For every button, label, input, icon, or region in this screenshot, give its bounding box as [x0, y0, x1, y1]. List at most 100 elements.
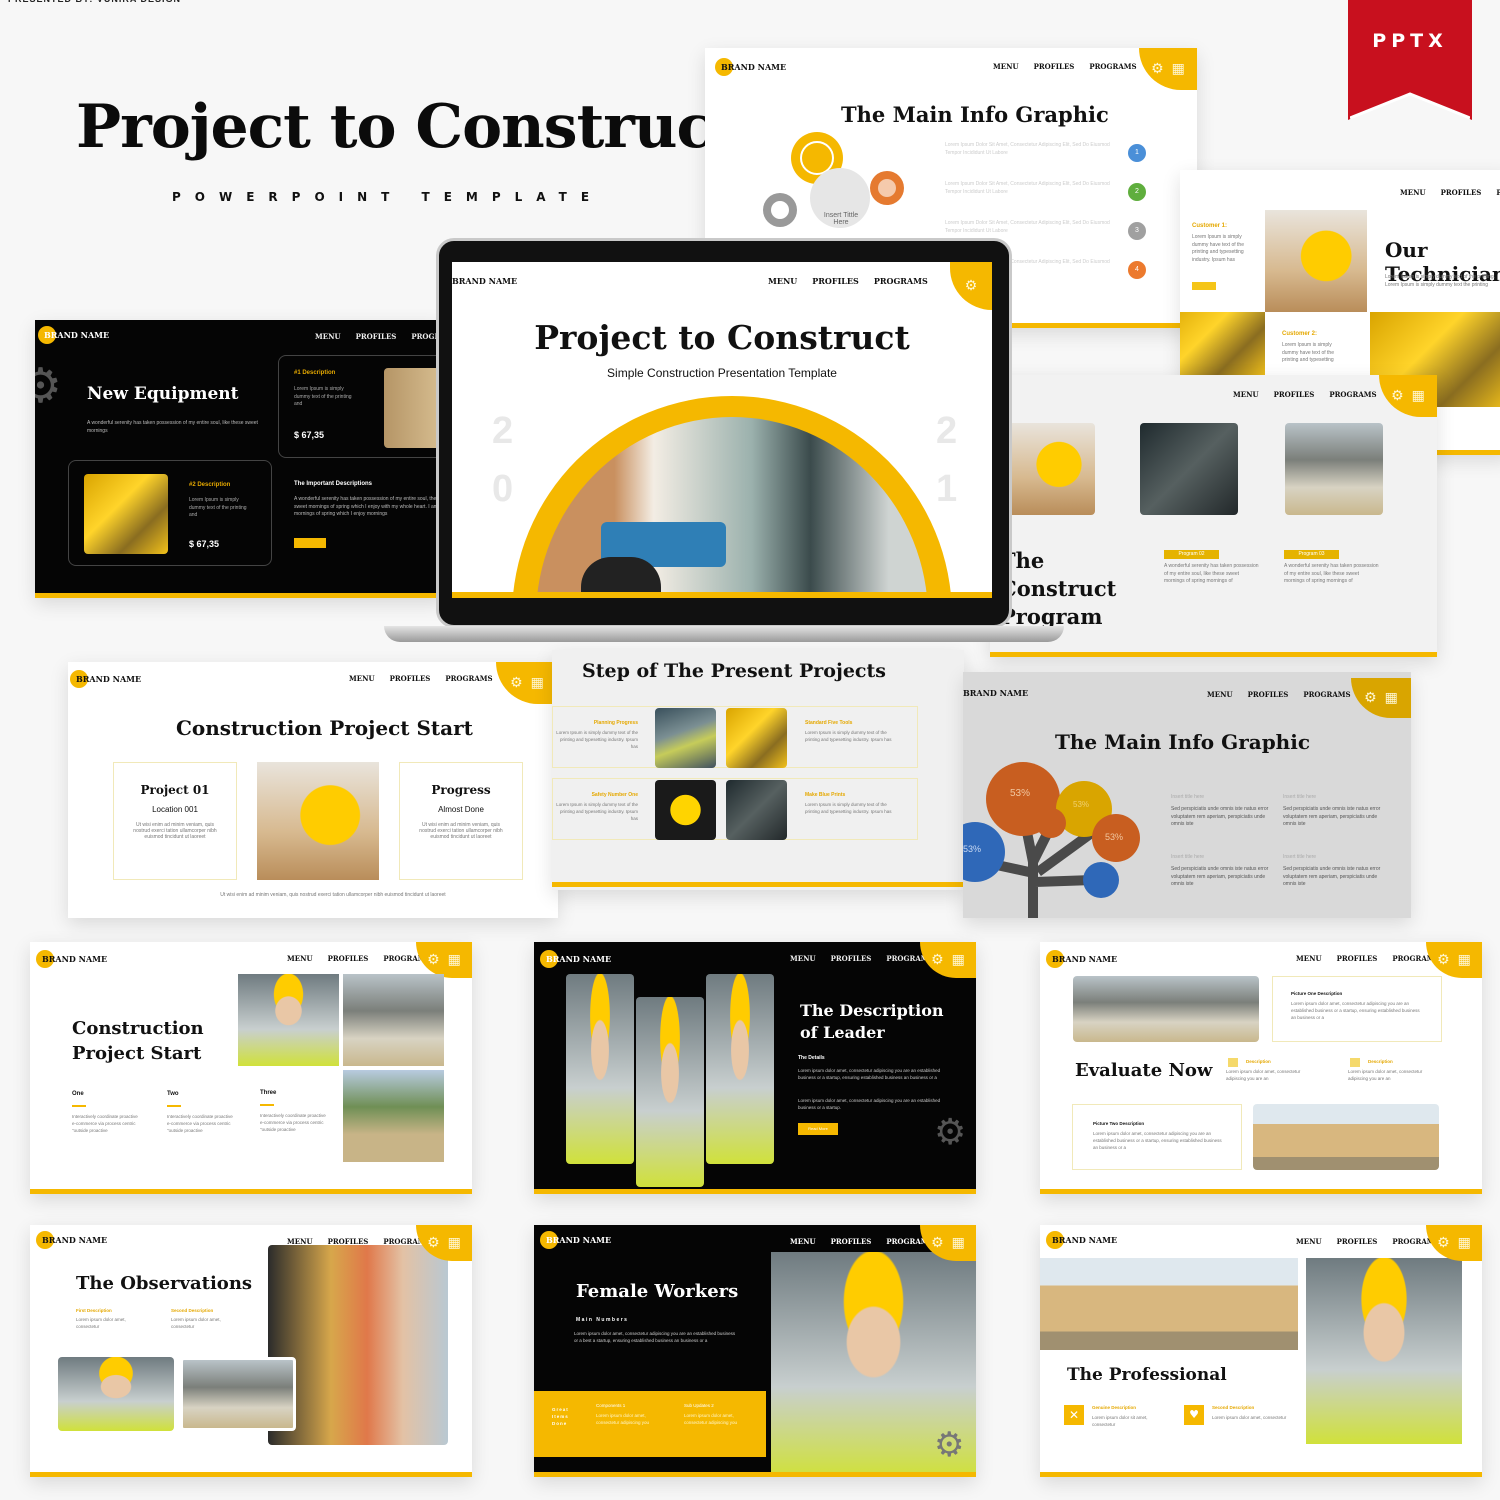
nav-menu[interactable]: MENU PROFILES PROGRAMS [993, 62, 1137, 71]
tools-photo [384, 368, 444, 448]
nav-profiles-item[interactable]: PROFILES [812, 276, 859, 286]
component-text: Lorem ipsum dolor amet, consectetur adip… [596, 1413, 650, 1425]
program-tag: Program 02 [1164, 550, 1219, 559]
slide-program[interactable]: MENU PROFILES PROGRAMS ⚙ ▦ The Construct Pr… [990, 375, 1437, 657]
step-label: Planning Progress [593, 720, 638, 726]
col-label: Two [167, 1091, 179, 1097]
nav-menu[interactable]: MENU PROFILES PROGRAMS [1207, 690, 1351, 699]
program-tag: Program 03 [1284, 550, 1339, 559]
nav-menu[interactable]: MENU PROFILES PROGRAMS [768, 276, 928, 286]
nav-menu[interactable]: MENUPROFILESPROGRAMS [315, 332, 445, 341]
nav-menu[interactable]: MENUPROFILESPROGRAMS [287, 954, 431, 963]
nav-menu[interactable]: MENUPROFILESPROGRAMS [1296, 1237, 1440, 1246]
nav-menu[interactable]: MENUPROFILESPROGRAMS [790, 1237, 934, 1246]
program-photo-1 [1005, 423, 1095, 515]
program-photo-3 [1285, 423, 1383, 515]
slide-title: New Equipment [87, 384, 239, 404]
slide-title: Step of The Present Projects [582, 660, 886, 682]
hardhat-photo [257, 762, 379, 880]
nav-programs-item[interactable]: PROGRAMS [1089, 62, 1136, 71]
grid-icon: ▦ [447, 952, 461, 968]
obs-label: First Description [76, 1308, 112, 1313]
nav-menu-item[interactable]: MENU [1207, 690, 1233, 699]
leader-photo-right [706, 974, 774, 1164]
nav-programs-item[interactable]: PROGRAMS [445, 674, 492, 683]
nav-menu[interactable]: MENUPROFILESPROGRAMS [790, 954, 934, 963]
nav-profiles-item[interactable]: PROFILES [831, 954, 872, 963]
slide-observations[interactable]: BRAND NAME MENU PROFILES PROGRAMS ⚙ ▦ The O… [30, 1225, 472, 1477]
grid-icon: ▦ [951, 952, 965, 968]
corner-badge: ⚙ ▦ [1426, 942, 1482, 978]
important-title: The Important Descriptions [294, 481, 373, 487]
nav-profiles-item[interactable]: PROFILES [390, 674, 431, 683]
nav-profiles-item[interactable]: PROFILES [831, 1237, 872, 1246]
nav-profiles-item[interactable]: PROFILES [1034, 62, 1075, 71]
slide-female-workers[interactable]: BRAND NAME MENU PROFILES PROGRAMS ⚙ ▦ Femal… [534, 1225, 976, 1477]
nav-programs-item[interactable]: PROGRAMS [1496, 188, 1500, 197]
nav-menu-item[interactable]: MENU [1233, 390, 1259, 399]
nav-menu-item[interactable]: MENU [790, 954, 816, 963]
nav-profiles-item[interactable]: PROFILES [328, 954, 369, 963]
step-photo [726, 708, 787, 768]
leader-subhead: The Details [798, 1055, 825, 1061]
nav-profiles-item[interactable]: PROFILES [1441, 188, 1482, 197]
nav-menu-item[interactable]: MENU [768, 276, 797, 286]
item-label: Insert title here [1171, 854, 1205, 860]
slide-evaluate[interactable]: BRAND NAME MENU PROFILES PROGRAMS ⚙ ▦ Pictu… [1040, 942, 1482, 1194]
slide-title: Construction Project Start [176, 716, 473, 740]
gear-icon: ⚙ [931, 1235, 944, 1251]
worker-photo-3 [343, 1070, 444, 1162]
slide-new-equipment[interactable]: BRAND NAME MENUPROFILESPROGRAMS ⚙ New Eq… [35, 320, 445, 598]
nav-programs-item[interactable]: PROGRAMS [1303, 690, 1350, 699]
bubble-value: 53% [1073, 800, 1090, 809]
step-label: Safety Number One [591, 792, 638, 798]
nav-menu-item[interactable]: MENU [287, 954, 313, 963]
picture-two-card: Picture Two Description Lorem ipsum dolo… [1072, 1104, 1242, 1170]
nav-programs-item[interactable]: PROGRAMS [1329, 390, 1376, 399]
nav-profiles-item[interactable]: PROFILES [1274, 390, 1315, 399]
nav-menu-item[interactable]: MENU [790, 1237, 816, 1246]
customer1-button[interactable] [1192, 282, 1216, 290]
nav-menu[interactable]: MENU PROFILES PROGRAMS [349, 674, 493, 683]
nav-menu[interactable]: MENU PROFILES PROGRAMS [1400, 188, 1500, 197]
nav-menu-item[interactable]: MENU [1296, 1237, 1322, 1246]
slide-cover[interactable]: BRAND NAME MENU PROFILES PROGRAMS ⚙ Projec… [452, 262, 992, 598]
slide-info-tree[interactable]: BRAND NAME MENU PROFILES PROGRAMS ⚙ ▦ The M… [963, 672, 1411, 918]
info-item: Lorem Ipsum Dolor Sit Amet, Consectetur … [945, 181, 1165, 220]
nav-profiles-item[interactable]: PROFILES [1248, 690, 1289, 699]
nav-menu-item[interactable]: MENU [349, 674, 375, 683]
slide-leader[interactable]: BRAND NAME MENU PROFILES PROGRAMS ⚙ ▦ The D… [534, 942, 976, 1194]
accent-bar [552, 882, 964, 887]
nav-menu[interactable]: MENUPROFILESPROGRAMS [1296, 954, 1440, 963]
worker-photo-2 [343, 974, 444, 1066]
nav-profiles-item[interactable]: PROFILES [356, 332, 397, 341]
slide-title: Female Workers [576, 1281, 739, 1302]
nav-menu-item[interactable]: MENU [993, 62, 1019, 71]
slide-project-start[interactable]: BRAND NAME MENU PROFILES PROGRAMS ⚙ ▦ Const… [68, 662, 558, 918]
slide-cps2[interactable]: BRAND NAME MENU PROFILES PROGRAMS ⚙ ▦ Const… [30, 942, 472, 1194]
nav-menu-item[interactable]: MENU [1296, 954, 1322, 963]
calendar-icon [1228, 1058, 1238, 1067]
footer-text: Ut wisi enim ad minim veniam, quis nostr… [220, 892, 446, 898]
hardhat-photo [1265, 210, 1367, 312]
important-button[interactable] [294, 538, 326, 548]
corner-badge: ⚙ ▦ [1426, 1225, 1482, 1261]
slide-professional[interactable]: BRAND NAME MENU PROFILES PROGRAMS ⚙ ▦ The P… [1040, 1225, 1482, 1477]
gear-icon: ⚙ [1151, 61, 1164, 77]
corner-badge: ⚙ ▦ [920, 942, 976, 978]
nav-menu-item[interactable]: MENU [1400, 188, 1426, 197]
nav-profiles-item[interactable]: PROFILES [1337, 1237, 1378, 1246]
read-more-button[interactable]: Read More [798, 1123, 838, 1135]
gear-icon: ⚙ [1364, 690, 1377, 706]
component-text: Lorem ipsum dolor amet, consectetur adip… [684, 1413, 738, 1425]
leader-photo-center [636, 997, 704, 1187]
mini-text: Lorem ipsum dolor amet, consectetur adip… [1348, 1069, 1423, 1081]
nav-menu-item[interactable]: MENU [315, 332, 341, 341]
obs-label: Second Description [171, 1308, 214, 1313]
nav-profiles-item[interactable]: PROFILES [1337, 954, 1378, 963]
card-text: Lorem Ipsum is simply dummy text of the … [189, 497, 247, 518]
nav-menu[interactable]: MENU PROFILES PROGRAMS [1233, 390, 1377, 399]
slide-steps[interactable]: Step of The Present Projects Planning Pr… [552, 650, 964, 890]
step-text: Lorem Ipsum is simply dummy text of the … [805, 730, 892, 742]
nav-programs-item[interactable]: PROGRAMS [874, 276, 928, 286]
